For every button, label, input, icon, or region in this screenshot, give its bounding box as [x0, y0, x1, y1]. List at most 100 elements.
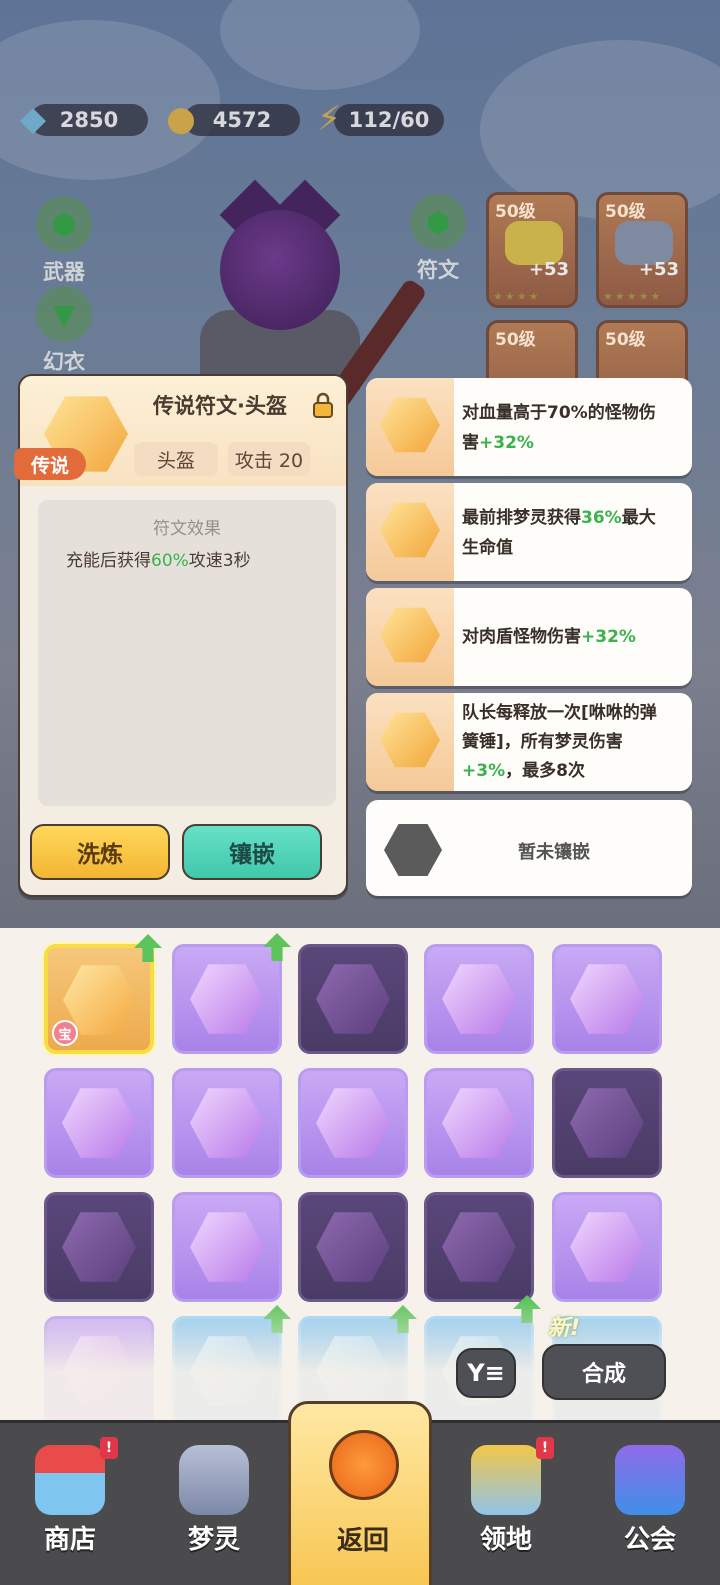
equip-level: 50级	[605, 330, 646, 350]
star-rating: ★★★★	[493, 290, 541, 303]
bonus-line: ，最多8次	[505, 761, 585, 781]
filter-button[interactable]: Y≡	[456, 1348, 516, 1398]
equip-slot-helmet[interactable]: 50级 +53 ★★★★	[486, 192, 578, 308]
bonus-value: +3%	[462, 761, 506, 781]
bonus-line: 对血量高于70%的怪物伤	[462, 403, 656, 423]
empty-rune-slot[interactable]: 暂未镶嵌	[366, 800, 692, 896]
inventory-rune-slot[interactable]	[172, 1192, 282, 1302]
star-rating: ★★★★★	[603, 290, 663, 303]
notification-badge: !	[100, 1437, 118, 1459]
equip-plus: +53	[638, 259, 679, 280]
coin-icon: ●	[166, 99, 196, 139]
rune-button[interactable]: ⬢ 符文	[398, 194, 478, 284]
effect-title: 符文效果	[153, 519, 221, 539]
armor-rune-icon	[62, 1088, 136, 1158]
inventory-rune-slot[interactable]	[424, 944, 534, 1054]
new-label: 新!	[548, 1316, 581, 1341]
inventory-rune-slot[interactable]	[552, 1068, 662, 1178]
rune-bonus-item[interactable]: 队长每释放一次[咻咻的弹 簧锤]，所有梦灵伤害 +3%，最多8次	[366, 693, 692, 791]
nav-guild[interactable]: 公会	[580, 1423, 720, 1585]
shirt-icon: ▼	[36, 286, 92, 342]
inventory-rune-slot[interactable]	[44, 1068, 154, 1178]
inventory-rune-slot[interactable]	[552, 1192, 662, 1302]
equip-level: 50级	[495, 202, 536, 222]
coin-count: 4572	[212, 108, 272, 132]
equip-slot-armor[interactable]: 50级 +53 ★★★★★	[596, 192, 688, 308]
lock-icon[interactable]	[312, 392, 334, 418]
rune-icon: ⬢	[410, 194, 466, 250]
inventory-rune-slot[interactable]	[298, 1068, 408, 1178]
effect-value: 60%	[151, 551, 189, 571]
effect-text: 攻速3秒	[188, 551, 251, 571]
treasure-badge: 宝	[52, 1020, 78, 1046]
shop-icon	[35, 1445, 105, 1515]
inventory-rune-slot[interactable]	[172, 933, 291, 1054]
equip-level: 50级	[605, 202, 646, 222]
bonus-text: 对血量高于70%的怪物伤 害+32%	[462, 398, 656, 458]
empty-slot-label: 暂未镶嵌	[518, 842, 590, 863]
attack-tag: 攻击 20	[228, 442, 310, 476]
nav-spirit[interactable]: 梦灵	[144, 1423, 284, 1585]
refine-button[interactable]: 洗炼	[30, 824, 170, 880]
rune-label: 符文	[417, 258, 459, 282]
filter-icon: Y≡	[467, 1359, 505, 1387]
bonus-line: 最前排梦灵获得	[462, 508, 581, 528]
shoe-rune-icon	[316, 1212, 390, 1282]
slot-tag: 头盔	[134, 442, 218, 476]
door-icon	[471, 1445, 541, 1515]
nav-shop[interactable]: ! 商店	[0, 1423, 140, 1585]
pants-rune-icon	[442, 1088, 516, 1158]
rarity-badge: 传说	[14, 448, 86, 480]
merge-button[interactable]: 合成	[542, 1344, 666, 1400]
weapon-label: 武器	[43, 260, 85, 284]
bottom-navigation: ! 商店 梦灵 返回 ! 领地 公会	[0, 1401, 720, 1585]
nav-territory-label: 领地	[479, 1525, 532, 1555]
bonus-line: 对肉盾怪物伤害	[462, 627, 581, 647]
pants-rune-icon	[570, 1088, 644, 1158]
cloud-decoration	[220, 0, 420, 90]
nav-back[interactable]: 返回	[288, 1401, 432, 1585]
glove-rune-icon	[570, 1212, 644, 1282]
inventory-rune-slot[interactable]	[298, 1192, 408, 1302]
costume-button[interactable]: ▼ 幻衣	[24, 286, 104, 376]
inventory-rune-slot[interactable]	[44, 1192, 154, 1302]
bonus-text: 对肉盾怪物伤害+32%	[462, 622, 636, 652]
rune-bonus-item[interactable]: 对肉盾怪物伤害+32%	[366, 588, 692, 686]
inlay-button[interactable]: 镶嵌	[182, 824, 322, 880]
nav-territory[interactable]: ! 领地	[436, 1423, 576, 1585]
pants-rune-icon	[62, 1212, 136, 1282]
equip-plus: +53	[528, 259, 569, 280]
inventory-rune-slot[interactable]	[424, 1192, 534, 1302]
rune-bonus-item[interactable]: 对血量高于70%的怪物伤 害+32%	[366, 378, 692, 476]
inventory-rune-slot[interactable]	[172, 1068, 282, 1178]
bonus-line: 队长每释放一次[咻咻的弹	[462, 703, 657, 723]
robot-icon	[179, 1445, 249, 1515]
weapon-button[interactable]: ⬢ 武器	[24, 196, 104, 286]
bonus-value: +32%	[479, 433, 534, 453]
gem-count: 2850	[59, 108, 119, 132]
ring-rune-icon	[316, 1088, 390, 1158]
notification-badge: !	[536, 1437, 554, 1459]
effect-text: 充能后获得	[66, 551, 151, 571]
nav-spirit-label: 梦灵	[187, 1525, 240, 1555]
inventory-rune-slot-selected[interactable]: 宝	[44, 934, 162, 1054]
armor-rune-icon	[442, 964, 516, 1034]
nav-guild-label: 公会	[623, 1525, 676, 1555]
rune-bonus-item[interactable]: 最前排梦灵获得36%最大 生命值	[366, 483, 692, 581]
bonus-line: 害	[462, 433, 479, 453]
armor-rune-icon	[570, 964, 644, 1034]
helmet-rune-icon	[190, 964, 264, 1034]
inventory-rune-slot[interactable]	[424, 1068, 534, 1178]
inventory-rune-slot[interactable]	[552, 944, 662, 1054]
inventory-rune-slot[interactable]	[298, 944, 408, 1054]
shoe-rune-icon	[442, 1212, 516, 1282]
rune-effect-box: 符文效果 充能后获得60%攻速3秒	[38, 500, 336, 806]
bonus-line: 簧锤]，所有梦灵伤害	[462, 732, 623, 752]
ring-rune-icon	[190, 1088, 264, 1158]
nav-back-label: 返回	[336, 1526, 389, 1556]
empty-hexagon-icon	[384, 824, 442, 876]
bonus-value: +32%	[581, 627, 636, 647]
costume-label: 幻衣	[43, 350, 85, 374]
helmet-rune-icon	[316, 964, 390, 1034]
weapon-icon: ⬢	[36, 196, 92, 252]
